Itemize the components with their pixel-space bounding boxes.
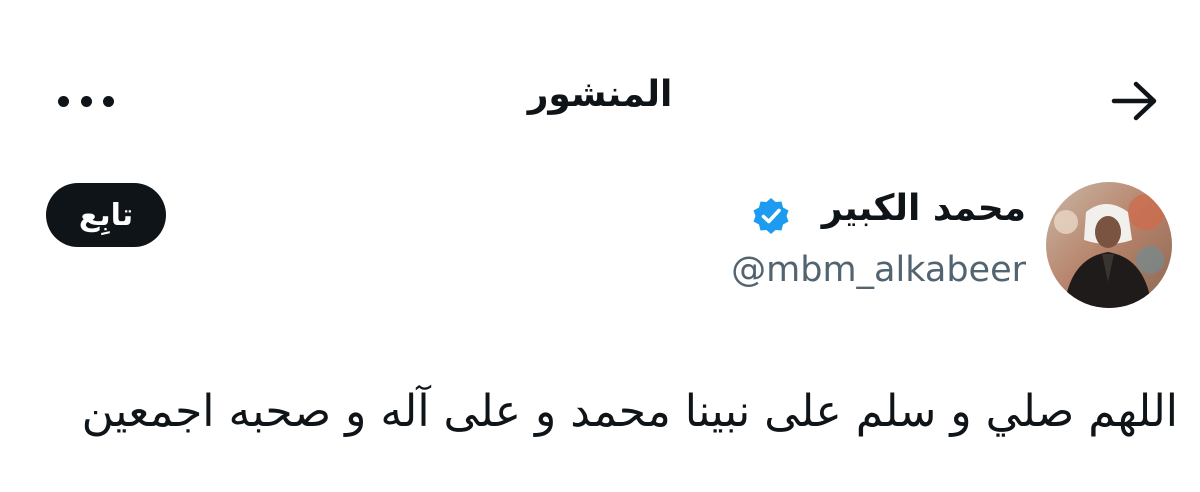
verified-badge-icon xyxy=(753,198,789,234)
post-text: اللهم صلي و سلم على نبينا محمد و على آله… xyxy=(81,386,1178,437)
avatar-image xyxy=(1046,182,1172,308)
author-handle[interactable]: @mbm_alkabeer xyxy=(731,250,1026,290)
follow-button[interactable]: تابِع xyxy=(46,183,166,247)
back-arrow-icon[interactable] xyxy=(1106,76,1162,126)
page-title: المنشور xyxy=(527,74,673,115)
post-detail-page: المنشور محمد الكبير @mbm_alkabeer تابِع … xyxy=(0,0,1200,492)
avatar[interactable] xyxy=(1046,182,1172,308)
author-name[interactable]: محمد الكبير xyxy=(822,188,1026,229)
